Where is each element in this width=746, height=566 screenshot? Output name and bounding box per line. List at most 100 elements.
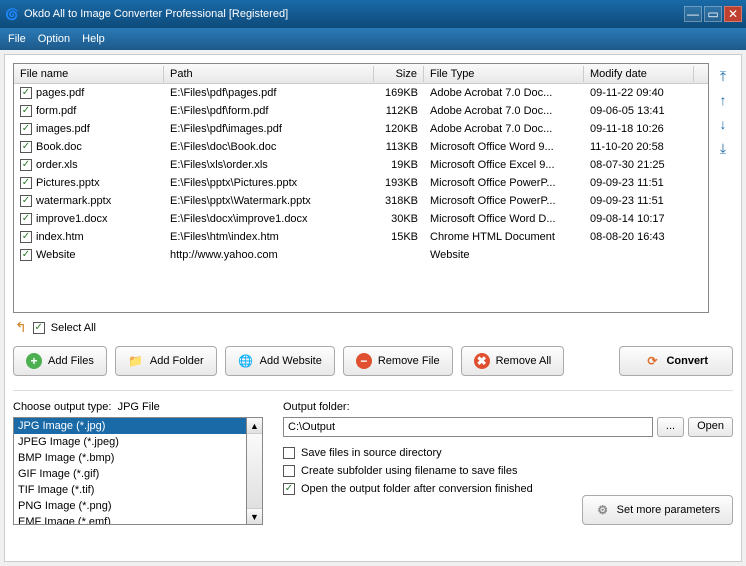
close-button[interactable]: ✕ (724, 6, 742, 22)
open-after-label: Open the output folder after conversion … (301, 483, 533, 495)
file-name: index.htm (36, 231, 84, 243)
table-row[interactable]: watermark.pptxE:\Files\pptx\Watermark.pp… (14, 192, 708, 210)
listbox-scrollbar[interactable]: ▲ ▼ (247, 417, 263, 525)
row-checkbox[interactable] (20, 141, 32, 153)
table-row[interactable]: order.xlsE:\Files\xls\order.xls19KBMicro… (14, 156, 708, 174)
file-name: form.pdf (36, 105, 76, 117)
window-title: Okdo All to Image Converter Professional… (24, 8, 684, 20)
file-name: Website (36, 249, 76, 261)
file-path: E:\Files\htm\index.htm (164, 230, 374, 244)
file-path: E:\Files\doc\Book.doc (164, 140, 374, 154)
row-checkbox[interactable] (20, 123, 32, 135)
file-type: Website (424, 248, 584, 262)
row-checkbox[interactable] (20, 105, 32, 117)
file-path: E:\Files\pdf\form.pdf (164, 104, 374, 118)
table-row[interactable]: images.pdfE:\Files\pdf\images.pdf120KBAd… (14, 120, 708, 138)
scrollbar-thumb[interactable] (247, 434, 262, 508)
table-row[interactable]: pages.pdfE:\Files\pdf\pages.pdf169KBAdob… (14, 84, 708, 102)
row-checkbox[interactable] (20, 195, 32, 207)
file-name: watermark.pptx (36, 195, 111, 207)
table-row[interactable]: Website http://www.yahoo.com Website (14, 246, 708, 264)
subfolder-checkbox[interactable] (283, 465, 295, 477)
add-files-button[interactable]: +Add Files (13, 346, 107, 376)
file-name: pages.pdf (36, 87, 84, 99)
table-row[interactable]: form.pdfE:\Files\pdf\form.pdf112KBAdobe … (14, 102, 708, 120)
gear-icon: ⚙ (595, 502, 611, 518)
row-checkbox[interactable] (20, 87, 32, 99)
save-source-label: Save files in source directory (301, 447, 442, 459)
file-date: 09-11-18 10:26 (584, 122, 694, 136)
output-type-option[interactable]: TIF Image (*.tif) (14, 482, 246, 498)
up-folder-icon[interactable]: ↰ (15, 319, 27, 336)
remove-all-button[interactable]: ✖Remove All (461, 346, 565, 376)
maximize-button[interactable]: ▭ (704, 6, 722, 22)
output-type-option[interactable]: JPEG Image (*.jpeg) (14, 434, 246, 450)
col-path[interactable]: Path (164, 66, 374, 82)
remove-file-button[interactable]: −Remove File (343, 346, 453, 376)
app-icon: 🌀 (4, 6, 20, 22)
browse-button[interactable]: ... (657, 417, 684, 437)
file-size: 30KB (374, 212, 424, 226)
col-date[interactable]: Modify date (584, 66, 694, 82)
file-size: 120KB (374, 122, 424, 136)
file-path: http://www.yahoo.com (164, 248, 374, 262)
col-filename[interactable]: File name (14, 66, 164, 82)
output-type-label: Choose output type: (13, 401, 111, 413)
row-checkbox[interactable] (20, 213, 32, 225)
file-size: 193KB (374, 176, 424, 190)
output-type-option[interactable]: GIF Image (*.gif) (14, 466, 246, 482)
file-type: Chrome HTML Document (424, 230, 584, 244)
more-parameters-button[interactable]: ⚙Set more parameters (582, 495, 733, 525)
globe-icon: 🌐 (238, 353, 254, 369)
file-date: 09-09-23 11:51 (584, 194, 694, 208)
file-path: E:\Files\xls\order.xls (164, 158, 374, 172)
file-size: 112KB (374, 104, 424, 118)
scroll-down-button[interactable]: ▼ (247, 508, 262, 524)
select-all-checkbox[interactable] (33, 322, 45, 334)
add-website-button[interactable]: 🌐Add Website (225, 346, 335, 376)
convert-icon: ⟳ (644, 353, 660, 369)
menu-file[interactable]: File (8, 33, 26, 45)
move-up-button[interactable]: ↑ (714, 91, 732, 109)
menu-option[interactable]: Option (38, 33, 70, 45)
file-date: 08-08-20 16:43 (584, 230, 694, 244)
minimize-button[interactable]: — (684, 6, 702, 22)
table-row[interactable]: Book.docE:\Files\doc\Book.doc113KBMicros… (14, 138, 708, 156)
file-list[interactable]: File name Path Size File Type Modify dat… (13, 63, 709, 313)
table-row[interactable]: index.htmE:\Files\htm\index.htm15KBChrom… (14, 228, 708, 246)
convert-button[interactable]: ⟳Convert (619, 346, 733, 376)
table-row[interactable]: improve1.docxE:\Files\docx\improve1.docx… (14, 210, 708, 228)
col-size[interactable]: Size (374, 66, 424, 82)
menu-help[interactable]: Help (82, 33, 105, 45)
row-checkbox[interactable] (20, 231, 32, 243)
output-folder-input[interactable]: C:\Output (283, 417, 653, 437)
select-all-label: Select All (51, 322, 96, 334)
file-name: images.pdf (36, 123, 90, 135)
file-name: Pictures.pptx (36, 177, 100, 189)
output-type-option[interactable]: EMF Image (*.emf) (14, 514, 246, 525)
table-row[interactable]: Pictures.pptxE:\Files\pptx\Pictures.pptx… (14, 174, 708, 192)
open-folder-button[interactable]: Open (688, 417, 733, 437)
open-after-checkbox[interactable] (283, 483, 295, 495)
file-date: 09-09-23 11:51 (584, 176, 694, 190)
save-source-checkbox[interactable] (283, 447, 295, 459)
file-size: 113KB (374, 140, 424, 154)
scroll-up-button[interactable]: ▲ (247, 418, 262, 434)
col-type[interactable]: File Type (424, 66, 584, 82)
file-type: Microsoft Office PowerP... (424, 176, 584, 190)
move-bottom-button[interactable]: ⤓ (714, 139, 732, 157)
move-top-button[interactable]: ⤒ (714, 67, 732, 85)
output-type-option[interactable]: JPG Image (*.jpg) (14, 418, 246, 434)
add-folder-button[interactable]: 📁Add Folder (115, 346, 217, 376)
row-checkbox[interactable] (20, 159, 32, 171)
output-type-option[interactable]: PNG Image (*.png) (14, 498, 246, 514)
move-down-button[interactable]: ↓ (714, 115, 732, 133)
file-date: 11-10-20 20:58 (584, 140, 694, 154)
file-type: Microsoft Office Word D... (424, 212, 584, 226)
output-type-list[interactable]: JPG Image (*.jpg)JPEG Image (*.jpeg)BMP … (13, 417, 247, 525)
file-type: Adobe Acrobat 7.0 Doc... (424, 86, 584, 100)
row-checkbox[interactable] (20, 177, 32, 189)
output-type-option[interactable]: BMP Image (*.bmp) (14, 450, 246, 466)
row-checkbox[interactable] (20, 249, 32, 261)
file-name: Book.doc (36, 141, 82, 153)
